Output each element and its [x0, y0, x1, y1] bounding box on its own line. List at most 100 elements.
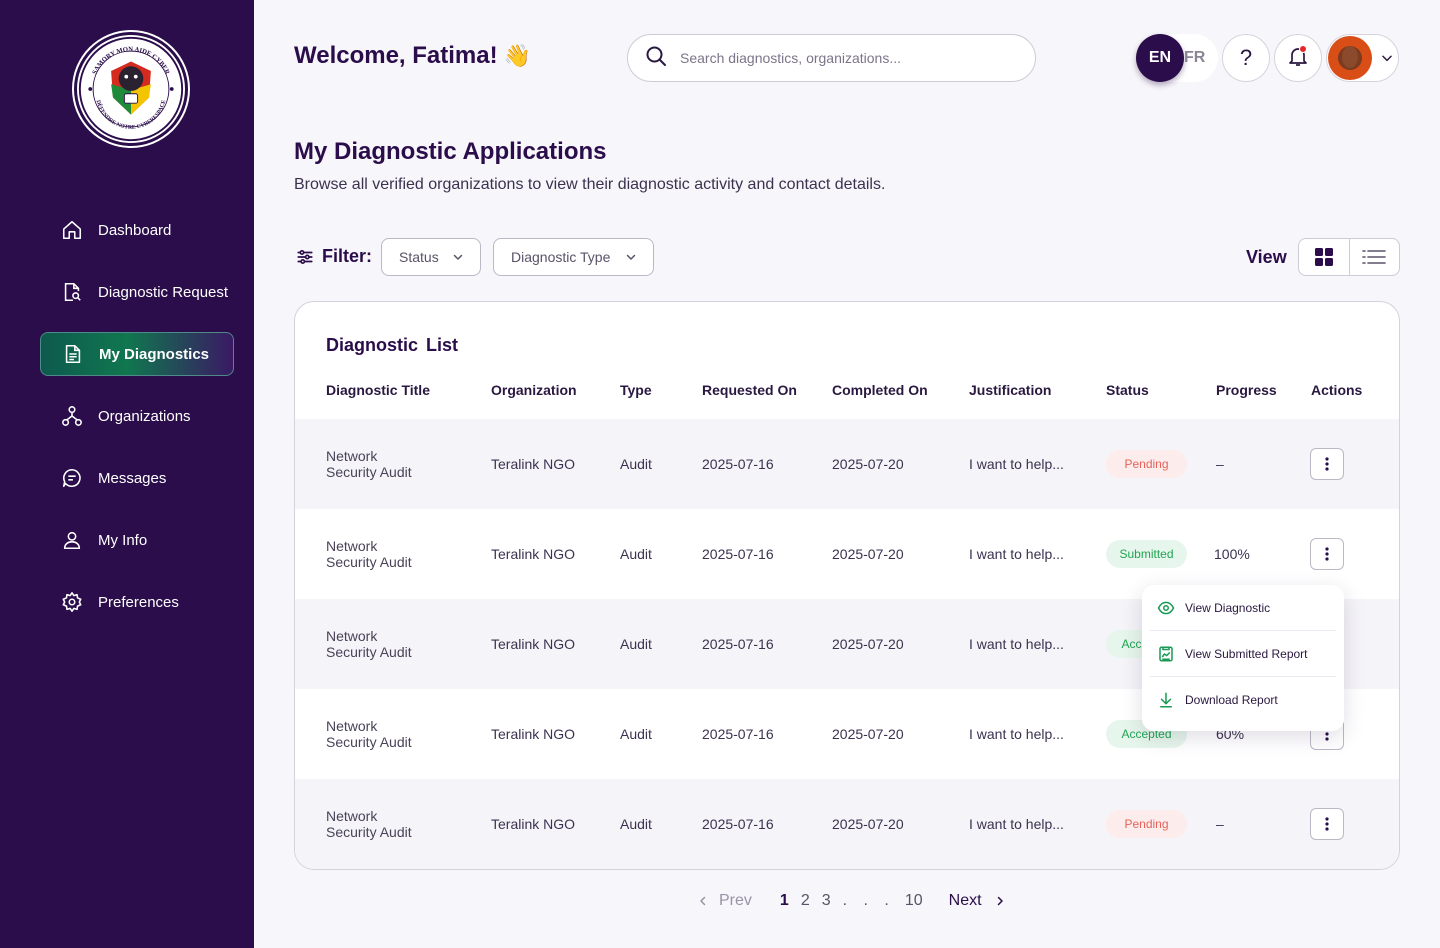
row-completed-on: 2025-07-20: [832, 636, 904, 652]
eye-icon: [1157, 599, 1175, 617]
row-title: Network Security Audit: [326, 628, 436, 660]
row-justification: I want to help...: [969, 816, 1064, 832]
list-view-button[interactable]: [1350, 239, 1400, 275]
row-requested-on: 2025-07-16: [702, 816, 774, 832]
organization-icon: [60, 404, 84, 428]
more-vertical-icon: [1325, 547, 1329, 561]
row-actions-button[interactable]: [1310, 538, 1344, 570]
row-requested-on: 2025-07-16: [702, 456, 774, 472]
status-filter-dropdown[interactable]: Status: [381, 238, 481, 276]
row-title-line1: Network: [326, 448, 378, 464]
lang-fr-button[interactable]: FR: [1184, 34, 1214, 82]
status-badge: Submitted: [1106, 540, 1187, 568]
sidebar-item-diagnostic-request[interactable]: Diagnostic Request: [40, 270, 234, 314]
filter-label-text: Filter:: [322, 246, 373, 266]
view-toggle: [1298, 238, 1400, 276]
sidebar: SAMORY MON AIDE CYBER DÉFENDRE NOTRE CYB…: [0, 0, 254, 948]
page-number[interactable]: 3: [822, 892, 831, 910]
status-badge: Pending: [1106, 450, 1187, 478]
page-number[interactable]: 10: [905, 892, 923, 910]
column-header: Requested On: [702, 382, 797, 398]
page-number[interactable]: 2: [801, 892, 810, 910]
gear-icon: [60, 590, 84, 614]
row-type: Audit: [620, 636, 652, 652]
more-vertical-icon: [1325, 457, 1329, 471]
sidebar-item-my-diagnostics[interactable]: My Diagnostics: [40, 332, 234, 376]
lang-en-button[interactable]: EN: [1136, 34, 1184, 82]
page-number[interactable]: 1: [780, 892, 789, 910]
row-title-line2: Security Audit: [326, 734, 412, 750]
table-row[interactable]: Network Security Audit Teralink NGO Audi…: [295, 419, 1399, 509]
row-title-line2: Security Audit: [326, 464, 412, 480]
row-actions-button[interactable]: [1310, 808, 1344, 840]
row-title-line2: Security Audit: [326, 824, 412, 840]
column-header: Type: [620, 382, 652, 398]
list-icon: [1362, 248, 1387, 266]
row-title-line1: Network: [326, 538, 378, 554]
menu-view-submitted-report[interactable]: View Submitted Report: [1150, 631, 1336, 677]
card-title: Diagnostic List: [326, 335, 459, 355]
sidebar-item-organizations[interactable]: Organizations: [40, 394, 234, 438]
row-title-line1: Network: [326, 718, 378, 734]
prev-page-button[interactable]: Prev: [697, 892, 752, 910]
sidebar-item-label: Dashboard: [98, 221, 172, 239]
avatar: [1328, 36, 1372, 80]
row-type: Audit: [620, 816, 652, 832]
sidebar-item-my-info[interactable]: My Info: [40, 518, 234, 562]
sidebar-item-label: Organizations: [98, 407, 191, 425]
document-search-icon: [60, 280, 84, 304]
row-title: Network Security Audit: [326, 448, 436, 480]
page-ellipsis: . . .: [842, 892, 895, 909]
logo[interactable]: SAMORY MON AIDE CYBER DÉFENDRE NOTRE CYB…: [74, 32, 188, 146]
search-bar[interactable]: [627, 34, 1036, 82]
row-completed-on: 2025-07-20: [832, 546, 904, 562]
row-type: Audit: [620, 546, 652, 562]
filter-label: Filter:: [296, 246, 372, 267]
row-organization: Teralink NGO: [491, 546, 576, 562]
row-type: Audit: [620, 456, 652, 472]
more-vertical-icon: [1325, 817, 1329, 831]
pagination: Prev 1 2 3 . . . 10 Next: [697, 890, 1006, 912]
chevron-left-icon: [697, 895, 709, 907]
chat-icon: [60, 466, 84, 490]
menu-item-label: View Submitted Report: [1185, 646, 1308, 661]
row-actions-button[interactable]: [1310, 448, 1344, 480]
row-title: Network Security Audit: [326, 808, 436, 840]
menu-view-diagnostic[interactable]: View Diagnostic: [1150, 585, 1336, 631]
column-header: Status: [1106, 382, 1149, 398]
profile-menu[interactable]: [1326, 34, 1399, 82]
row-completed-on: 2025-07-20: [832, 456, 904, 472]
row-progress: 100%: [1214, 546, 1250, 562]
chevron-down-icon: [625, 251, 637, 263]
row-requested-on: 2025-07-16: [702, 636, 774, 652]
sidebar-item-messages[interactable]: Messages: [40, 456, 234, 500]
search-input[interactable]: [680, 50, 1000, 66]
page-subtitle: Browse all verified organizations to vie…: [294, 176, 886, 193]
row-requested-on: 2025-07-16: [702, 726, 774, 742]
row-justification: I want to help...: [969, 456, 1064, 472]
notifications-button[interactable]: [1274, 34, 1322, 82]
sidebar-item-label: My Diagnostics: [99, 345, 210, 363]
row-requested-on: 2025-07-16: [702, 546, 774, 562]
menu-download-report[interactable]: Download Report: [1150, 677, 1336, 723]
row-title-line2: Security Audit: [326, 644, 412, 660]
wave-icon: 👋: [503, 43, 532, 68]
row-actions-menu: View Diagnostic View Submitted Report Do…: [1142, 585, 1344, 731]
table-row[interactable]: Network Security Audit Teralink NGO Audi…: [295, 779, 1399, 869]
bell-icon: [1286, 44, 1310, 73]
language-switch[interactable]: EN FR: [1136, 34, 1218, 82]
sidebar-item-dashboard[interactable]: Dashboard: [40, 208, 234, 252]
help-button[interactable]: ?: [1222, 34, 1270, 82]
grid-view-button[interactable]: [1299, 239, 1350, 275]
sidebar-item-preferences[interactable]: Preferences: [40, 580, 234, 624]
row-title: Network Security Audit: [326, 718, 436, 750]
type-filter-dropdown[interactable]: Diagnostic Type: [493, 238, 654, 276]
sidebar-item-label: Diagnostic Request: [98, 283, 229, 301]
row-completed-on: 2025-07-20: [832, 726, 904, 742]
row-completed-on: 2025-07-20: [832, 816, 904, 832]
column-header: Actions: [1311, 382, 1363, 398]
column-header: Completed On: [832, 382, 928, 398]
next-page-button[interactable]: Next: [949, 892, 1006, 910]
column-header: Justification: [969, 382, 1052, 398]
status-badge: Pending: [1106, 810, 1187, 838]
